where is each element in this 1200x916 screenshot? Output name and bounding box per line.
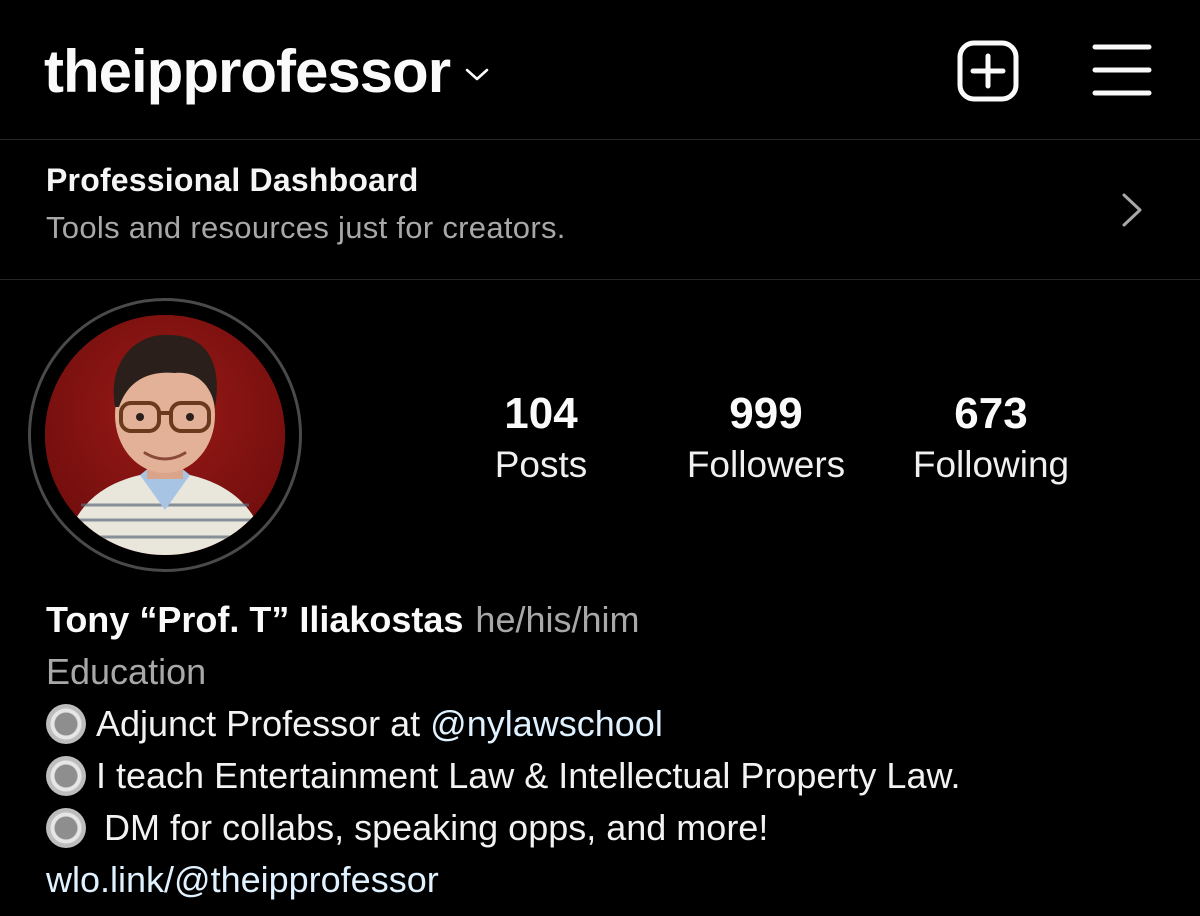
hamburger-menu-icon[interactable]: [1092, 42, 1152, 98]
bio-line: Adjunct Professor at @nylawschool: [46, 698, 1166, 750]
chevron-right-icon: [1122, 193, 1142, 227]
name-row: Tony “Prof. T” Iliakostas he/his/him: [46, 594, 1166, 646]
posts-label: Posts: [494, 444, 588, 485]
avatar[interactable]: [45, 315, 285, 555]
category-row: Education: [46, 646, 1166, 698]
professional-dashboard-row[interactable]: Professional Dashboard Tools and resourc…: [0, 140, 1200, 280]
account-switcher[interactable]: theipprofessor: [44, 34, 490, 110]
bio-line-text: Adjunct Professor at: [96, 703, 421, 744]
category-label: Education: [46, 651, 207, 692]
posts-stat[interactable]: 104 Posts: [470, 386, 612, 488]
followers-stat[interactable]: 999 Followers: [672, 386, 860, 488]
website-link[interactable]: wlo.link/@theipprofessor: [46, 859, 439, 901]
profile-photo: [45, 315, 285, 555]
username: theipprofessor: [44, 38, 451, 105]
mention-link[interactable]: @nylawschool: [430, 703, 663, 745]
radio-bullet-icon: [46, 808, 86, 848]
dashboard-subtitle: Tools and resources just for creators.: [46, 210, 566, 245]
bio-line: I teach Entertainment Law & Intellectual…: [46, 750, 1166, 802]
bio-line-text: I teach Entertainment Law & Intellectual…: [96, 755, 961, 796]
plus-square-icon[interactable]: [956, 39, 1020, 103]
following-label: Following: [912, 444, 1070, 485]
bio-line: DM for collabs, speaking opps, and more!: [46, 802, 1166, 854]
website-row: wlo.link/@theipprofessor: [46, 854, 1166, 906]
followers-label: Followers: [686, 444, 846, 485]
dashboard-title: Professional Dashboard: [46, 162, 419, 198]
top-bar: theipprofessor: [0, 0, 1200, 140]
bio-line-text: DM for collabs, speaking opps, and more!: [104, 807, 769, 848]
following-count: 673: [954, 389, 1028, 438]
posts-count: 104: [504, 389, 578, 438]
radio-bullet-icon: [46, 704, 86, 744]
radio-bullet-icon: [46, 756, 86, 796]
display-name: Tony “Prof. T” Iliakostas: [46, 599, 464, 640]
following-stat[interactable]: 673 Following: [898, 386, 1084, 488]
bio: Tony “Prof. T” Iliakostas he/his/him Edu…: [46, 594, 1166, 906]
chevron-down-icon: [465, 68, 489, 81]
pronouns: he/his/him: [475, 599, 640, 640]
followers-count: 999: [729, 389, 803, 438]
